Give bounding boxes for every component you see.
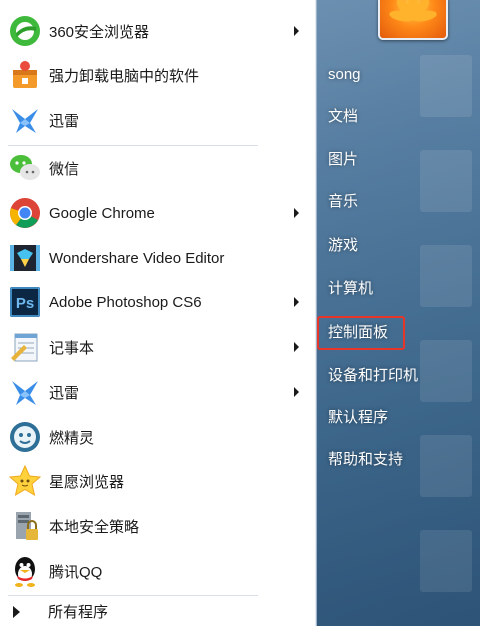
security-policy-icon [6, 507, 44, 545]
submenu-arrow-icon[interactable] [294, 26, 299, 36]
video-editor-icon [6, 239, 44, 277]
program-label: 记事本 [49, 339, 95, 357]
program-item-uninstall[interactable]: 强力卸载电脑中的软件 [3, 53, 313, 97]
start-menu-right-pane [317, 0, 480, 626]
program-item-notepad[interactable]: 记事本 [3, 325, 313, 369]
program-label: 迅雷 [49, 384, 80, 402]
program-label: Adobe Photoshop CS6 [49, 293, 202, 311]
program-label: 燃精灵 [49, 429, 95, 447]
program-item-wechat[interactable]: 微信 [3, 146, 313, 190]
separator [8, 595, 258, 596]
program-label: 微信 [49, 160, 80, 178]
twinkstar-browser-icon [6, 462, 44, 500]
program-item-twinkstar-browser[interactable]: 星愿浏览器 [3, 459, 313, 503]
program-label: 360安全浏览器 [49, 23, 150, 41]
program-item-xunlei-2[interactable]: 迅雷 [3, 370, 313, 414]
right-item-documents[interactable]: 文档 [328, 103, 358, 131]
submenu-arrow-icon[interactable] [294, 297, 299, 307]
submenu-arrow-icon[interactable] [294, 342, 299, 352]
all-programs-button[interactable]: 所有程序 [0, 597, 316, 626]
ranjingling-icon [6, 418, 44, 456]
right-item-help-support[interactable]: 帮助和支持 [328, 446, 403, 474]
program-item-adobe-photoshop-cs6[interactable]: Ps Adobe Photoshop CS6 [3, 280, 313, 324]
right-item-pictures[interactable]: 图片 [328, 146, 358, 174]
program-item-360-browser[interactable]: 360安全浏览器 [3, 9, 313, 53]
program-item-local-security-policy[interactable]: 本地安全策略 [3, 504, 313, 548]
xunlei-icon [6, 373, 44, 411]
right-item-devices-printers[interactable]: 设备和打印机 [328, 362, 418, 390]
program-label: 星愿浏览器 [49, 473, 125, 491]
control-panel-highlight-box [317, 316, 405, 350]
program-label: Wondershare Video Editor [49, 249, 225, 267]
program-item-ranjingling[interactable]: 燃精灵 [3, 415, 313, 459]
program-label: 强力卸载电脑中的软件 [49, 67, 200, 85]
right-item-default-programs[interactable]: 默认程序 [328, 404, 388, 432]
all-programs-label: 所有程序 [48, 604, 109, 621]
right-item-computer[interactable]: 计算机 [328, 275, 373, 303]
program-label: 腾讯QQ [49, 563, 103, 581]
wechat-icon [6, 149, 44, 187]
user-avatar[interactable] [378, 0, 448, 40]
expand-triangle-icon [13, 605, 20, 618]
right-item-music[interactable]: 音乐 [328, 188, 358, 216]
svg-text:Ps: Ps [16, 295, 34, 312]
right-item-games[interactable]: 游戏 [328, 232, 358, 260]
program-item-xunlei[interactable]: 迅雷 [3, 98, 313, 142]
360-browser-icon [6, 12, 44, 50]
program-label: 本地安全策略 [49, 518, 140, 536]
program-label: 迅雷 [49, 112, 80, 130]
submenu-arrow-icon[interactable] [294, 208, 299, 218]
program-label: Google Chrome [49, 204, 155, 222]
photoshop-icon: Ps [6, 283, 44, 321]
right-item-user[interactable]: song [328, 61, 361, 89]
program-item-wondershare-video-editor[interactable]: Wondershare Video Editor [3, 236, 313, 280]
program-item-google-chrome[interactable]: Google Chrome [3, 191, 313, 235]
uninstall-icon [6, 56, 44, 94]
program-item-tencent-qq[interactable]: 腾讯QQ [3, 549, 313, 593]
start-menu-programs-pane: 360安全浏览器 强力卸载电脑中的软件 迅雷 微信 Google Chrome [0, 0, 317, 626]
xunlei-icon [6, 101, 44, 139]
submenu-arrow-icon[interactable] [294, 387, 299, 397]
qq-icon [6, 552, 44, 590]
notepad-icon [6, 328, 44, 366]
chrome-icon [6, 194, 44, 232]
